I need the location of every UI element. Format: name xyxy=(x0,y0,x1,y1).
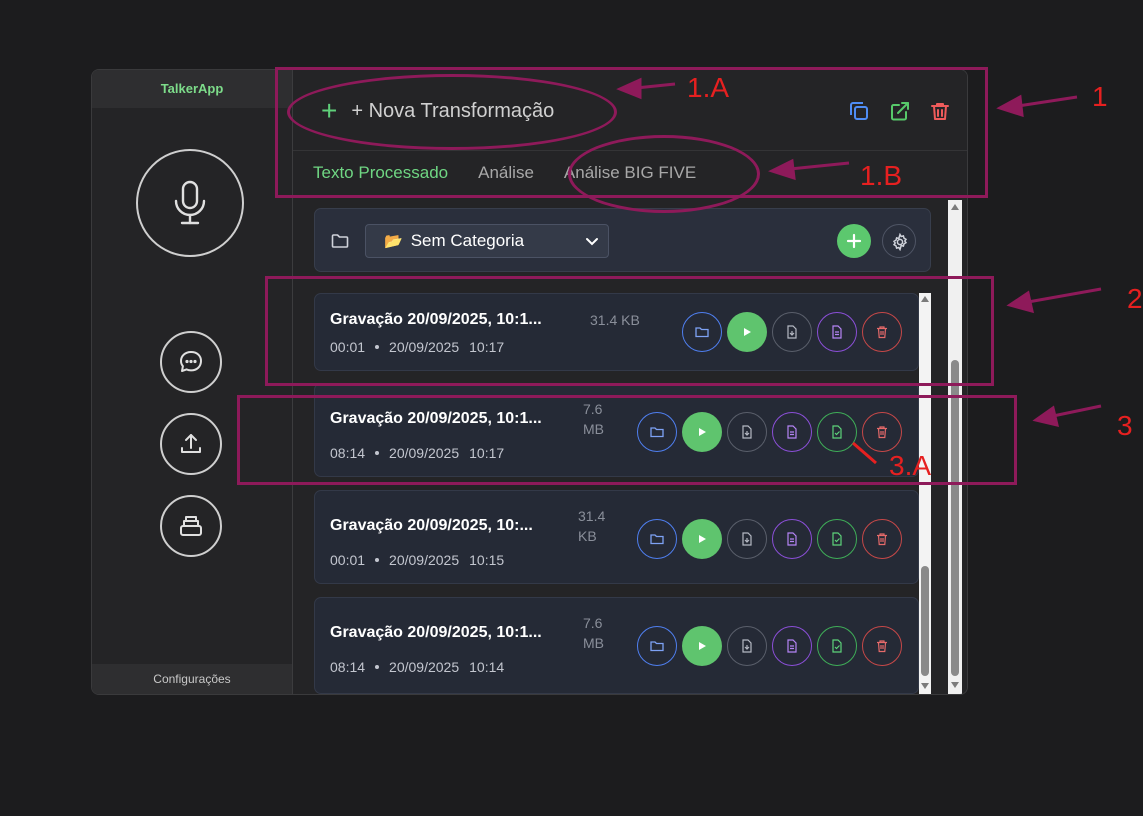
annotation-label-1b: 1.B xyxy=(860,160,903,191)
annotation-label-3: 3 xyxy=(1117,410,1133,441)
annotation-label-1a: 1.A xyxy=(687,72,730,103)
annotation-label-2: 2 xyxy=(1127,283,1143,314)
annotation-label-3a: 3.A xyxy=(889,450,932,481)
annotation-arrows xyxy=(616,77,1102,465)
annotation-label-1: 1 xyxy=(1092,81,1108,112)
